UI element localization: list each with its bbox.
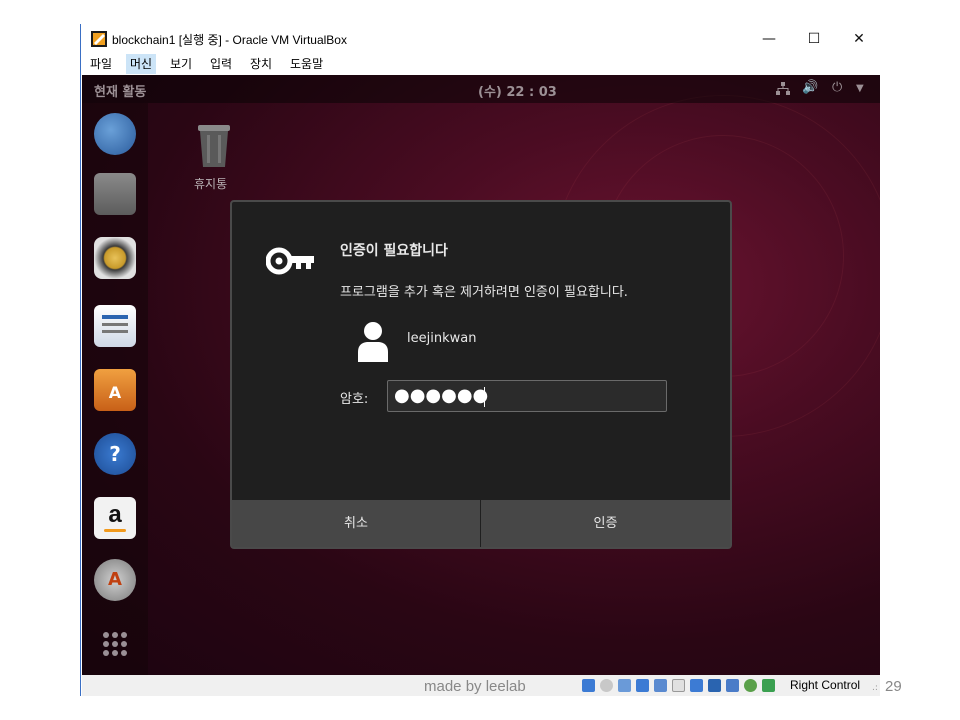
help-icon[interactable]: ? — [94, 433, 136, 475]
menu-help[interactable]: 도움말 — [286, 54, 327, 74]
thunderbird-icon[interactable] — [94, 113, 136, 155]
shared-folders-icon[interactable] — [672, 679, 685, 692]
key-icon — [266, 247, 314, 275]
menu-input[interactable]: 입력 — [206, 54, 236, 74]
user-avatar-icon — [358, 322, 388, 362]
dialog-message: 프로그램을 추가 혹은 제거하려면 인증이 필요합니다. — [340, 285, 628, 300]
authentication-dialog: 인증이 필요합니다 프로그램을 추가 혹은 제거하려면 인증이 필요합니다. l… — [230, 200, 732, 549]
menu-bar: 파일 머신 보기 입력 장치 도움말 — [82, 54, 880, 74]
trash-desktop-icon[interactable] — [194, 121, 234, 169]
trash-label: 휴지통 — [194, 177, 228, 191]
software-center-icon[interactable]: A — [94, 369, 136, 411]
usb-icon[interactable] — [654, 679, 667, 692]
virtualbox-app-icon — [91, 31, 107, 47]
audio-icon[interactable] — [618, 679, 631, 692]
clock[interactable]: (수) 22 : 03 — [478, 81, 557, 100]
volume-icon[interactable]: 🔊 — [802, 80, 818, 95]
mouse-integration-icon[interactable] — [744, 679, 757, 692]
window-titlebar[interactable]: blockchain1 [실행 중] - Oracle VM VirtualBo… — [82, 24, 880, 54]
rhythmbox-icon[interactable] — [94, 237, 136, 279]
menu-machine[interactable]: 머신 — [126, 54, 157, 74]
software-updater-icon[interactable]: A — [94, 559, 136, 601]
cancel-button[interactable]: 취소 — [232, 500, 481, 547]
ubuntu-top-bar: 현재 활동 (수) 22 : 03 🔊 ⏻ ▼ — [82, 75, 880, 103]
cpu-icon[interactable] — [726, 679, 739, 692]
menu-devices[interactable]: 장치 — [246, 54, 276, 74]
vbox-status-bar: made by leelab Right Control .: — [82, 675, 880, 696]
host-key-arrow-icon[interactable] — [762, 679, 775, 692]
resize-grip-icon[interactable]: .: — [872, 683, 878, 693]
power-icon[interactable]: ⏻ — [832, 80, 842, 95]
dialog-title: 인증이 필요합니다 — [340, 243, 448, 259]
username-label: leejinkwan — [407, 331, 477, 346]
host-key-label: Right Control — [790, 678, 861, 692]
libreoffice-writer-icon[interactable] — [94, 305, 136, 347]
amazon-icon[interactable]: a — [94, 497, 136, 539]
menu-file[interactable]: 파일 — [86, 54, 116, 74]
password-masked-value: ●●●●●● — [394, 385, 489, 406]
ubuntu-dock: A ? a A — [82, 103, 148, 675]
authenticate-button[interactable]: 인증 — [481, 500, 730, 547]
vm-display[interactable]: 현재 활동 (수) 22 : 03 🔊 ⏻ ▼ A ? a A 휴지통 인증이 … — [82, 75, 880, 675]
maximize-button[interactable]: ☐ — [791, 24, 837, 54]
watermark-text: made by leelab — [424, 678, 526, 695]
slide-border-line — [80, 24, 81, 696]
password-label: 암호: — [340, 392, 369, 407]
close-button[interactable]: ✕ — [836, 24, 882, 54]
text-caret — [484, 387, 485, 407]
dropdown-arrow-icon[interactable]: ▼ — [856, 83, 864, 94]
files-icon[interactable] — [94, 173, 136, 215]
slide-number: 29 — [885, 678, 902, 695]
menu-view[interactable]: 보기 — [166, 54, 196, 74]
network-adapter-icon[interactable] — [636, 679, 649, 692]
hard-disk-icon[interactable] — [582, 679, 595, 692]
optical-drive-icon[interactable] — [600, 679, 613, 692]
display-icon[interactable] — [690, 679, 703, 692]
password-input[interactable]: ●●●●●● — [387, 380, 667, 412]
dialog-button-row: 취소 인증 — [232, 500, 730, 547]
network-icon[interactable] — [776, 82, 790, 96]
window-title: blockchain1 [실행 중] - Oracle VM VirtualBo… — [112, 33, 347, 47]
minimize-button[interactable]: — — [746, 24, 792, 54]
show-apps-icon[interactable] — [94, 623, 136, 665]
recording-icon[interactable] — [708, 679, 721, 692]
activities-button[interactable]: 현재 활동 — [94, 81, 146, 100]
